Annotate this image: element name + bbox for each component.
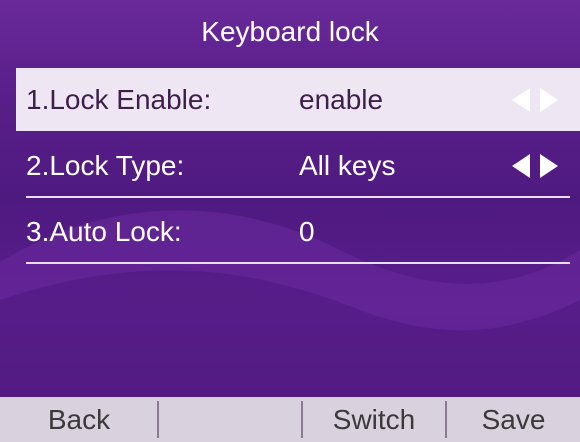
row-value: All keys: [299, 149, 396, 181]
row-label: 2.Lock Type:: [26, 149, 185, 181]
row-divider: [26, 196, 570, 198]
menu-row-lock-enable[interactable]: 1.Lock Enable: enable: [16, 68, 580, 131]
phone-screen: Keyboard lock 1.Lock Enable: enable 2.Lo…: [0, 0, 580, 442]
row-label: 1.Lock Enable:: [26, 83, 212, 115]
softkey-bar: Back Switch Save: [0, 397, 580, 442]
save-button[interactable]: Save: [447, 397, 580, 442]
left-right-arrows-icon[interactable]: [512, 88, 558, 112]
row-value: enable: [299, 83, 384, 115]
blank-softkey[interactable]: [159, 397, 301, 442]
menu-row-auto-lock[interactable]: 3.Auto Lock: 0: [16, 200, 580, 263]
back-button[interactable]: Back: [0, 397, 158, 442]
row-label: 3.Auto Lock:: [26, 215, 182, 247]
menu-row-lock-type[interactable]: 2.Lock Type: All keys: [16, 134, 580, 197]
row-divider: [26, 262, 570, 264]
switch-button[interactable]: Switch: [303, 397, 445, 442]
row-value: 0: [299, 215, 315, 247]
page-title: Keyboard lock: [201, 16, 379, 47]
left-right-arrows-icon[interactable]: [512, 154, 558, 178]
